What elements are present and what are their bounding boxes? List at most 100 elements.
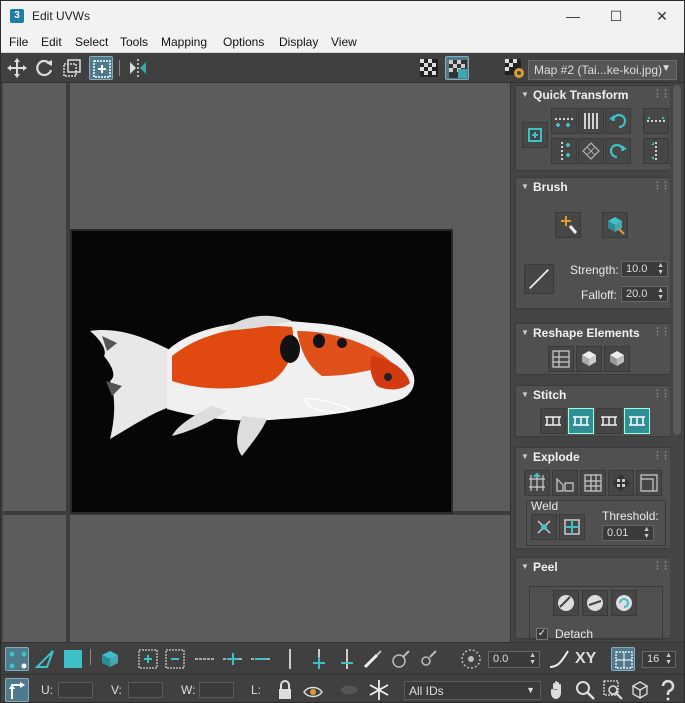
zoom-extents-icon[interactable] [628,678,652,702]
unhide-icon[interactable] [337,678,361,702]
align-vertical-icon[interactable] [551,138,577,164]
detach-checkbox[interactable]: ✓ [536,628,548,640]
space-vertical-icon[interactable] [578,108,604,134]
scrollbar-thumb[interactable] [673,85,681,435]
peel-header[interactable]: ▼ Peel ⋮⋮ [516,558,673,576]
checker-icon[interactable] [417,56,441,80]
menu-edit[interactable]: Edit [41,35,62,49]
menu-mapping[interactable]: Mapping [161,35,207,49]
brush-header[interactable]: ▼ Brush ⋮⋮ [516,178,673,196]
mirror-horizontal-icon[interactable] [643,108,669,134]
stitch-average-icon[interactable] [596,408,622,434]
stitch-header[interactable]: ▼ Stitch ⋮⋮ [516,386,673,404]
shrink-loop-icon[interactable] [249,647,273,671]
limit-icon[interactable] [611,647,635,671]
w-field[interactable] [199,682,234,698]
edge-loop-icon[interactable] [193,647,217,671]
peel-reset-icon[interactable] [611,590,637,616]
hide-icon[interactable] [301,678,325,702]
pivot-icon[interactable] [522,122,548,148]
flatten-icon[interactable] [636,470,662,496]
menu-file[interactable]: File [9,35,28,49]
shrink-ring-icon[interactable] [335,647,359,671]
minimize-button[interactable]: — [550,1,596,31]
relax-brush-icon[interactable] [602,212,628,238]
quick-transform-header[interactable]: ▼ Quick Transform ⋮⋮ [516,86,673,104]
panel-scrollbar[interactable] [670,83,684,642]
peel-mode-icon[interactable] [582,590,608,616]
mirror-icon[interactable] [126,56,150,80]
grow-ring-icon[interactable] [307,647,331,671]
element-select-icon[interactable] [98,647,122,671]
freeform-icon[interactable] [89,56,113,80]
straighten-icon[interactable] [548,346,574,372]
enlarge-brush-icon[interactable] [389,647,413,671]
map-settings-icon[interactable] [502,56,526,80]
v-field[interactable] [128,682,163,698]
threshold-spinner[interactable]: 0.01 ▲ ▼ [602,525,654,541]
maximize-button[interactable]: ☐ [593,1,639,31]
menu-tools[interactable]: Tools [120,35,148,49]
spinner-arrows-icon[interactable]: ▲ ▼ [643,526,650,540]
menu-display[interactable]: Display [279,35,318,49]
scale-icon[interactable] [60,56,84,80]
help-icon[interactable] [656,678,680,702]
relax-by-face-icon[interactable] [604,346,630,372]
falloff-curve-icon[interactable] [524,264,554,294]
quick-peel-icon[interactable] [553,590,579,616]
weld-all-icon[interactable] [559,514,585,540]
shrink-selection-icon[interactable] [163,647,187,671]
texture-map-area[interactable] [70,229,453,514]
close-button[interactable]: ✕ [639,1,684,31]
count-spinner[interactable]: 16 ▲ ▼ [642,651,676,668]
material-id-dropdown[interactable]: All IDs ▼ [404,681,541,700]
vertex-select-icon[interactable] [5,647,29,671]
menu-select[interactable]: Select [75,35,108,49]
mirror-vertical-icon[interactable] [643,138,669,164]
menu-view[interactable]: View [331,35,357,49]
paint-select-icon[interactable] [361,647,385,671]
grid-split-icon[interactable] [580,470,606,496]
grow-loop-icon[interactable] [221,647,245,671]
zoom-icon[interactable] [573,678,597,702]
spinner-arrows-icon[interactable]: ▲ ▼ [657,287,664,301]
split-polygon-icon[interactable] [552,470,578,496]
angle-spinner[interactable]: 0.0 ▲ ▼ [488,651,540,668]
rotate-ccw-icon[interactable] [605,108,631,134]
weld-selected-icon[interactable] [531,514,557,540]
absolute-offset-icon[interactable] [5,678,29,702]
lock-icon[interactable] [273,678,297,702]
xy-axis-toggle[interactable]: XY [575,650,596,668]
zoom-region-icon[interactable] [601,678,625,702]
soft-selection-icon[interactable] [459,647,483,671]
uv-editor-viewport[interactable] [3,83,510,642]
rotate-cw-icon[interactable] [605,138,631,164]
edge-ring-icon[interactable] [278,647,302,671]
spinner-arrows-icon[interactable]: ▲ ▼ [657,262,664,276]
checker-split-icon[interactable] [608,470,634,496]
spinner-arrows-icon[interactable]: ▲ ▼ [665,652,672,666]
pan-icon[interactable] [546,678,570,702]
explode-header[interactable]: ▼ Explode ⋮⋮ [516,448,673,466]
grid-align-icon[interactable] [578,138,604,164]
shrink-brush-icon[interactable] [416,647,440,671]
relax-icon[interactable] [576,346,602,372]
rotate-icon[interactable] [32,56,56,80]
u-field[interactable] [58,682,93,698]
paint-move-icon[interactable] [555,212,581,238]
show-map-icon[interactable] [445,56,469,80]
falloff-spinner[interactable]: 20.0 ▲ ▼ [621,286,668,302]
break-icon[interactable] [524,470,550,496]
edge-select-icon[interactable] [33,647,57,671]
falloff-type-icon[interactable] [547,647,571,671]
move-icon[interactable] [5,56,29,80]
stitch-to-source-icon[interactable] [624,408,650,434]
face-select-icon[interactable] [61,647,85,671]
strength-spinner[interactable]: 10.0 ▲ ▼ [621,261,668,277]
stitch-to-target-icon[interactable] [568,408,594,434]
reshape-header[interactable]: ▼ Reshape Elements ⋮⋮ [516,324,673,342]
stitch-custom-icon[interactable] [540,408,566,434]
map-selector-dropdown[interactable]: Map #2 (Tai...ke-koi.jpg) ▼ [528,60,677,80]
grow-selection-icon[interactable] [136,647,160,671]
spinner-arrows-icon[interactable]: ▲ ▼ [529,652,536,666]
